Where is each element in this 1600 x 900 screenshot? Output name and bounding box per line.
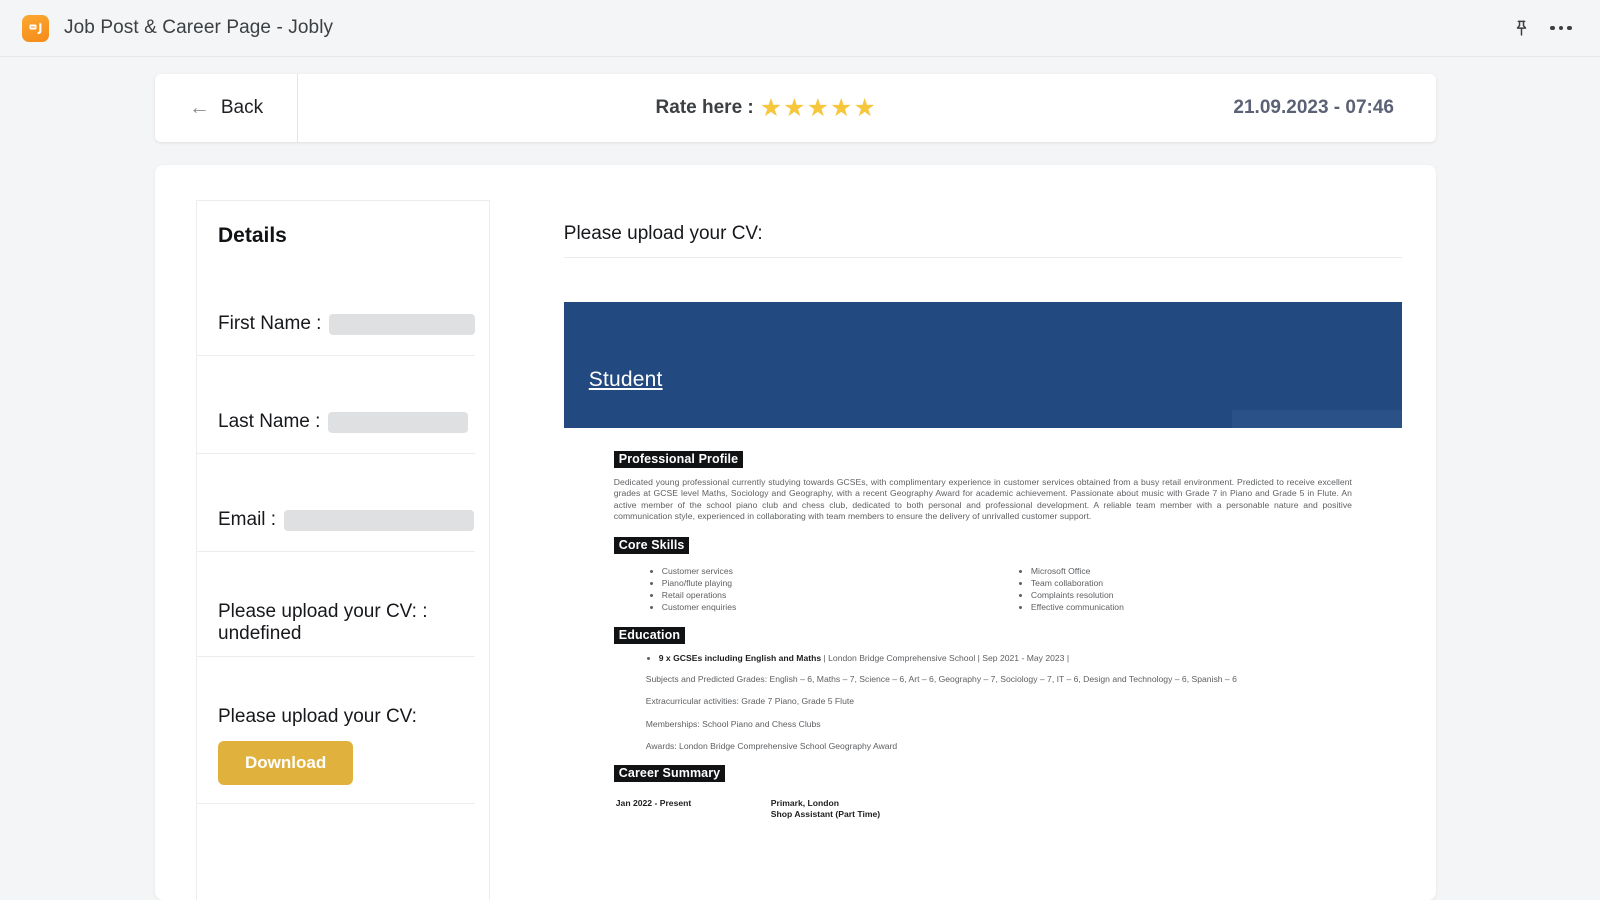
cv-heading-career: Career Summary [613, 764, 726, 782]
download-button[interactable]: Download [218, 741, 354, 785]
cv-education-note: Subjects and Predicted Grades: English –… [645, 673, 1237, 684]
list-item: Retail operations [662, 589, 983, 601]
first-name-value [329, 313, 476, 335]
star-icon-1[interactable]: ★ [760, 95, 782, 121]
dot [1567, 25, 1572, 31]
cv-skills-list-right: Microsoft Office Team collaboration Comp… [1018, 565, 1352, 613]
first-name-label: First Name : [218, 313, 322, 334]
field-row-last-name: Last Name : [197, 405, 476, 454]
email-value [284, 509, 475, 531]
list-item: 9 x GCSEs including English and Maths | … [659, 653, 1352, 665]
cv-upload-label: Please upload your CV: [218, 706, 417, 727]
cv-education-note: Awards: London Bridge Comprehensive Scho… [645, 741, 898, 752]
dot [1550, 25, 1555, 31]
more-options-dots [1550, 25, 1572, 31]
list-item: Complaints resolution [1031, 589, 1352, 601]
list-item: Customer services [662, 565, 983, 577]
cv-preview-label: Please upload your CV: [563, 223, 1402, 258]
details-panel: Details First Name : Last Name : Email :… [196, 200, 490, 900]
pin-icon[interactable] [1504, 11, 1538, 45]
dot [1558, 25, 1564, 31]
cv-heading-education: Education [613, 627, 686, 645]
cv-education-qualification: 9 x GCSEs including English and Maths [658, 653, 822, 664]
star-icon-5[interactable]: ★ [853, 95, 875, 121]
cv-skills-column-left: Customer services Piano/flute playing Re… [614, 565, 983, 613]
list-item: Customer enquiries [662, 601, 983, 613]
arrow-left-icon: ← [188, 95, 210, 119]
email-label: Email : [218, 509, 277, 530]
star-icon-3[interactable]: ★ [807, 95, 829, 121]
field-row-first-name: First Name : [197, 307, 476, 356]
list-item: Piano/flute playing [662, 577, 983, 589]
cv-body: Professional Profile Dedicated young pro… [564, 428, 1402, 821]
cv-preview-panel: Please upload your CV: Student Professio… [530, 200, 1436, 900]
details-heading: Details [218, 224, 287, 247]
cv-banner-notch [1232, 410, 1402, 428]
last-name-value [328, 411, 469, 433]
cv-skills-column-right: Microsoft Office Team collaboration Comp… [983, 565, 1352, 613]
cv-skills-columns: Customer services Piano/flute playing Re… [614, 565, 1352, 613]
app-topbar: Job Post & Career Page - Jobly [0, 0, 1600, 57]
cv-heading-profile: Professional Profile [613, 451, 744, 468]
app-title: Job Post & Career Page - Jobly [64, 17, 334, 38]
list-item: Effective communication [1031, 601, 1352, 613]
back-button[interactable]: ← Back [155, 74, 298, 142]
field-row-email: Email : [197, 503, 476, 552]
card-columns: Details First Name : Last Name : Email :… [196, 200, 1436, 900]
star-icon-4[interactable]: ★ [830, 95, 852, 121]
cv-education-note: Extracurricular activities: Grade 7 Pian… [645, 696, 855, 707]
cv-document[interactable]: Student Professional Profile Dedicated y… [563, 302, 1402, 821]
cv-education-list: 9 x GCSEs including English and Maths | … [614, 653, 1352, 665]
star-rating[interactable]: ★ ★ ★ ★ ★ [760, 95, 876, 121]
rate-label: Rate here : [655, 97, 754, 118]
page-header-bar: ← Back Rate here : ★ ★ ★ ★ ★ 21.09.2023 … [155, 74, 1436, 142]
cv-banner: Student [563, 302, 1402, 428]
submission-datetime: 21.09.2023 - 07:46 [1233, 97, 1394, 118]
application-card: Details First Name : Last Name : Email :… [155, 165, 1436, 900]
cv-career-row: Jan 2022 - Present Primark, London Shop … [614, 798, 1352, 821]
cv-download-block: Please upload your CV: Download [197, 706, 476, 804]
cv-education-note: Memberships: School Piano and Chess Club… [645, 718, 821, 729]
list-item: Team collaboration [1031, 577, 1352, 589]
list-item: Microsoft Office [1031, 565, 1352, 577]
last-name-label: Last Name : [218, 411, 321, 432]
back-button-label: Back [220, 97, 264, 118]
jobly-logo-icon [22, 14, 49, 42]
star-icon-2[interactable]: ★ [783, 95, 805, 121]
cv-skills-list-left: Customer services Piano/flute playing Re… [649, 565, 983, 613]
more-options-icon[interactable] [1544, 11, 1578, 45]
cv-banner-name: Student [588, 368, 663, 391]
cv-heading-skills: Core Skills [613, 537, 690, 555]
rating-control[interactable]: Rate here : ★ ★ ★ ★ ★ [298, 74, 1233, 142]
cv-career-role: Shop Assistant (Part Time) [770, 809, 881, 820]
cv-profile-text: Dedicated young professional currently s… [613, 477, 1352, 521]
cv-education-school: | London Bridge Comprehensive School | S… [821, 653, 1070, 664]
cv-undefined-row: Please upload your CV: : undefined [197, 601, 476, 657]
cv-career-details: Primark, London Shop Assistant (Part Tim… [771, 798, 880, 821]
cv-career-company: Primark, London [770, 797, 840, 808]
cv-career-date: Jan 2022 - Present [615, 797, 692, 808]
